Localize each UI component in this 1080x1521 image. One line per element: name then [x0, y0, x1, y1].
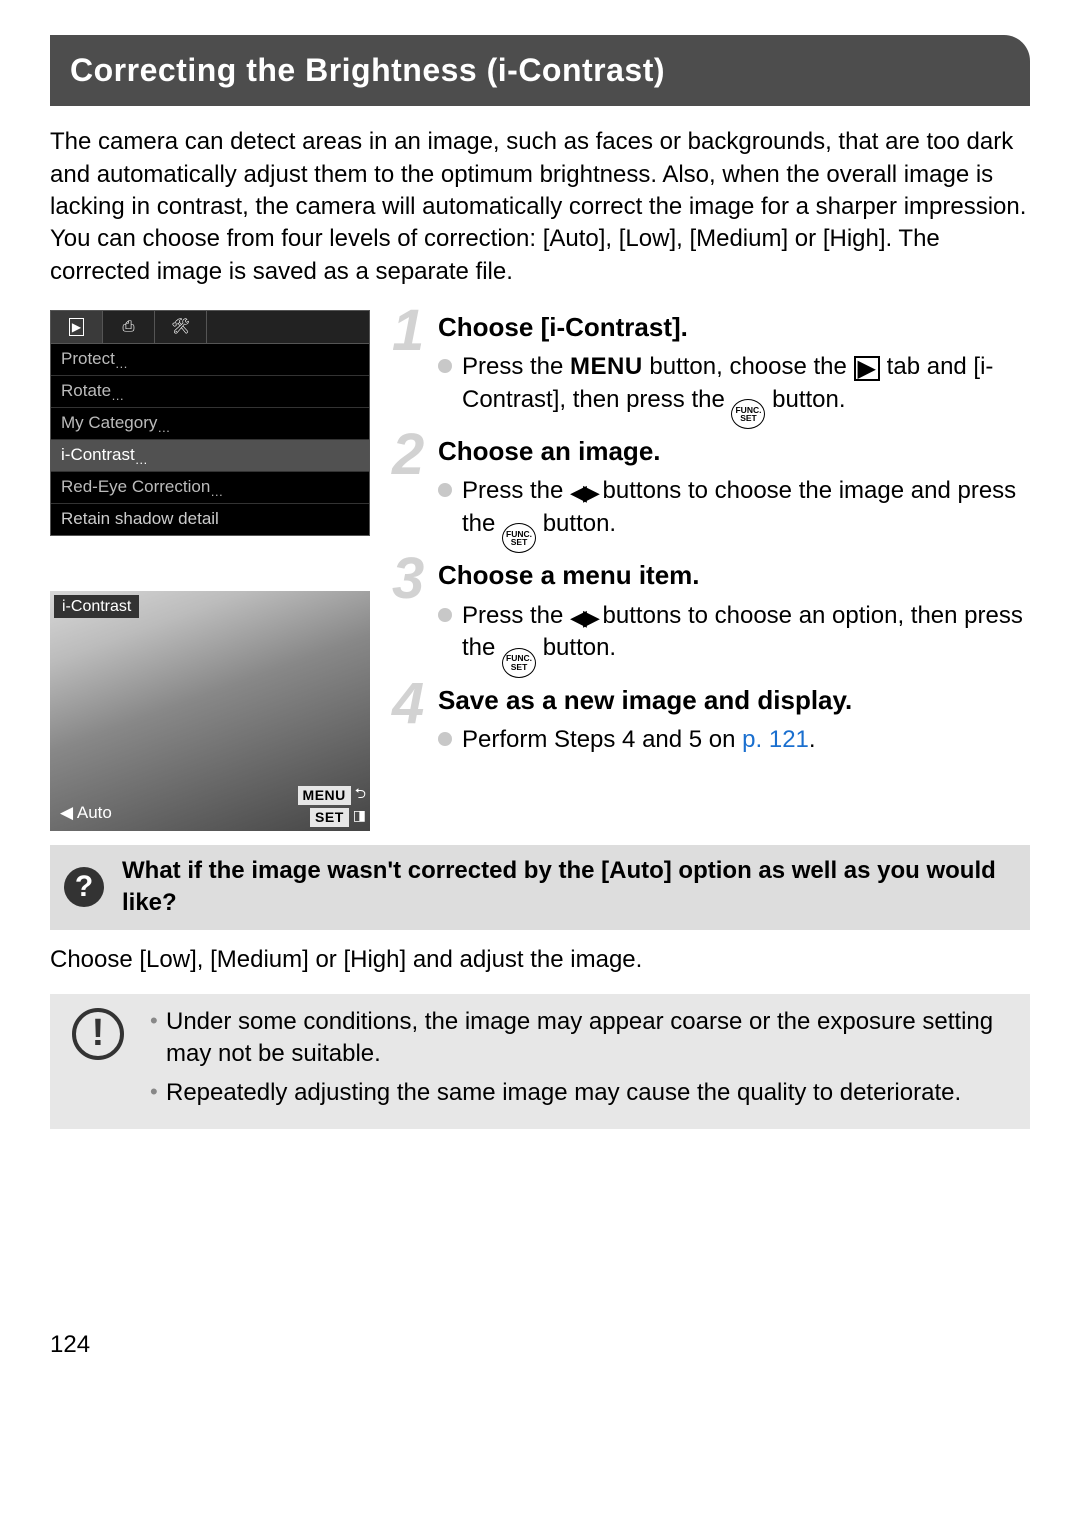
bullet-icon: [438, 359, 452, 373]
preview-screenshot: i-Contrast ◀ Auto MENU⮌ SET◨: [50, 591, 370, 831]
playback-tab-icon: ▶: [51, 311, 103, 343]
set-tag: SET: [310, 808, 349, 827]
step-body: Press the MENU button, choose the ▶ tab …: [462, 351, 1030, 429]
page-title: Correcting the Brightness (i-Contrast): [50, 35, 1030, 106]
menu-item: Rotate…: [51, 376, 369, 408]
tools-tab-icon: 🛠: [155, 311, 207, 343]
bullet-icon: [438, 483, 452, 497]
question-answer: Choose [Low], [Medium] or [High] and adj…: [50, 944, 1030, 976]
question-box: ? What if the image wasn't corrected by …: [50, 845, 1030, 930]
step-number: 2: [392, 416, 422, 494]
step-number: 4: [392, 665, 422, 743]
step-number: 1: [392, 292, 422, 370]
menu-item: My Category…: [51, 408, 369, 440]
caution-item: Repeatedly adjusting the same image may …: [150, 1077, 1012, 1109]
menu-tag: MENU: [298, 786, 351, 805]
menu-button-label: MENU: [570, 353, 643, 380]
caution-item: Under some conditions, the image may app…: [150, 1006, 1012, 1071]
step-body: Press the ◀▶ buttons to choose the image…: [462, 475, 1030, 553]
print-tab-icon: ⎙: [103, 311, 155, 343]
left-right-arrows-icon: ◀▶: [570, 605, 596, 630]
left-right-arrows-icon: ◀▶: [570, 480, 596, 505]
step-heading: Save as a new image and display.: [438, 683, 1030, 718]
step-body: Perform Steps 4 and 5 on p. 121.: [462, 724, 816, 756]
menu-item: Red-Eye Correction…: [51, 472, 369, 504]
menu-item: i-Contrast…: [51, 440, 369, 472]
step-heading: Choose an image.: [438, 434, 1030, 469]
preview-mode: ◀ Auto: [60, 802, 112, 825]
page-link[interactable]: p. 121: [742, 726, 809, 753]
preview-label: i-Contrast: [54, 595, 139, 619]
step-3: 3 Choose a menu item. Press the ◀▶ butto…: [392, 558, 1030, 677]
caution-box: ! Under some conditions, the image may a…: [50, 994, 1030, 1129]
menu-item: Protect…: [51, 344, 369, 376]
step-4: 4 Save as a new image and display. Perfo…: [392, 683, 1030, 756]
bullet-icon: [438, 608, 452, 622]
step-number: 3: [392, 540, 422, 618]
step-body: Press the ◀▶ buttons to choose an option…: [462, 600, 1030, 678]
question-mark-icon: ?: [64, 867, 104, 907]
func-set-icon: FUNC.SET: [502, 523, 536, 553]
func-set-icon: FUNC.SET: [731, 399, 765, 429]
intro-paragraph: The camera can detect areas in an image,…: [50, 126, 1030, 288]
exclamation-icon: !: [72, 1008, 124, 1060]
step-2: 2 Choose an image. Press the ◀▶ buttons …: [392, 434, 1030, 553]
func-set-icon: FUNC.SET: [502, 648, 536, 678]
step-heading: Choose [i-Contrast].: [438, 310, 1030, 345]
page-number: 124: [50, 1329, 1030, 1361]
step-heading: Choose a menu item.: [438, 558, 1030, 593]
menu-screenshot: ▶ ⎙ 🛠 Protect…Rotate…My Category…i-Contr…: [50, 310, 370, 536]
bullet-icon: [438, 732, 452, 746]
menu-footer: Retain shadow detail: [51, 504, 369, 535]
step-1: 1 Choose [i-Contrast]. Press the MENU bu…: [392, 310, 1030, 429]
playback-icon: ▶: [854, 356, 880, 381]
